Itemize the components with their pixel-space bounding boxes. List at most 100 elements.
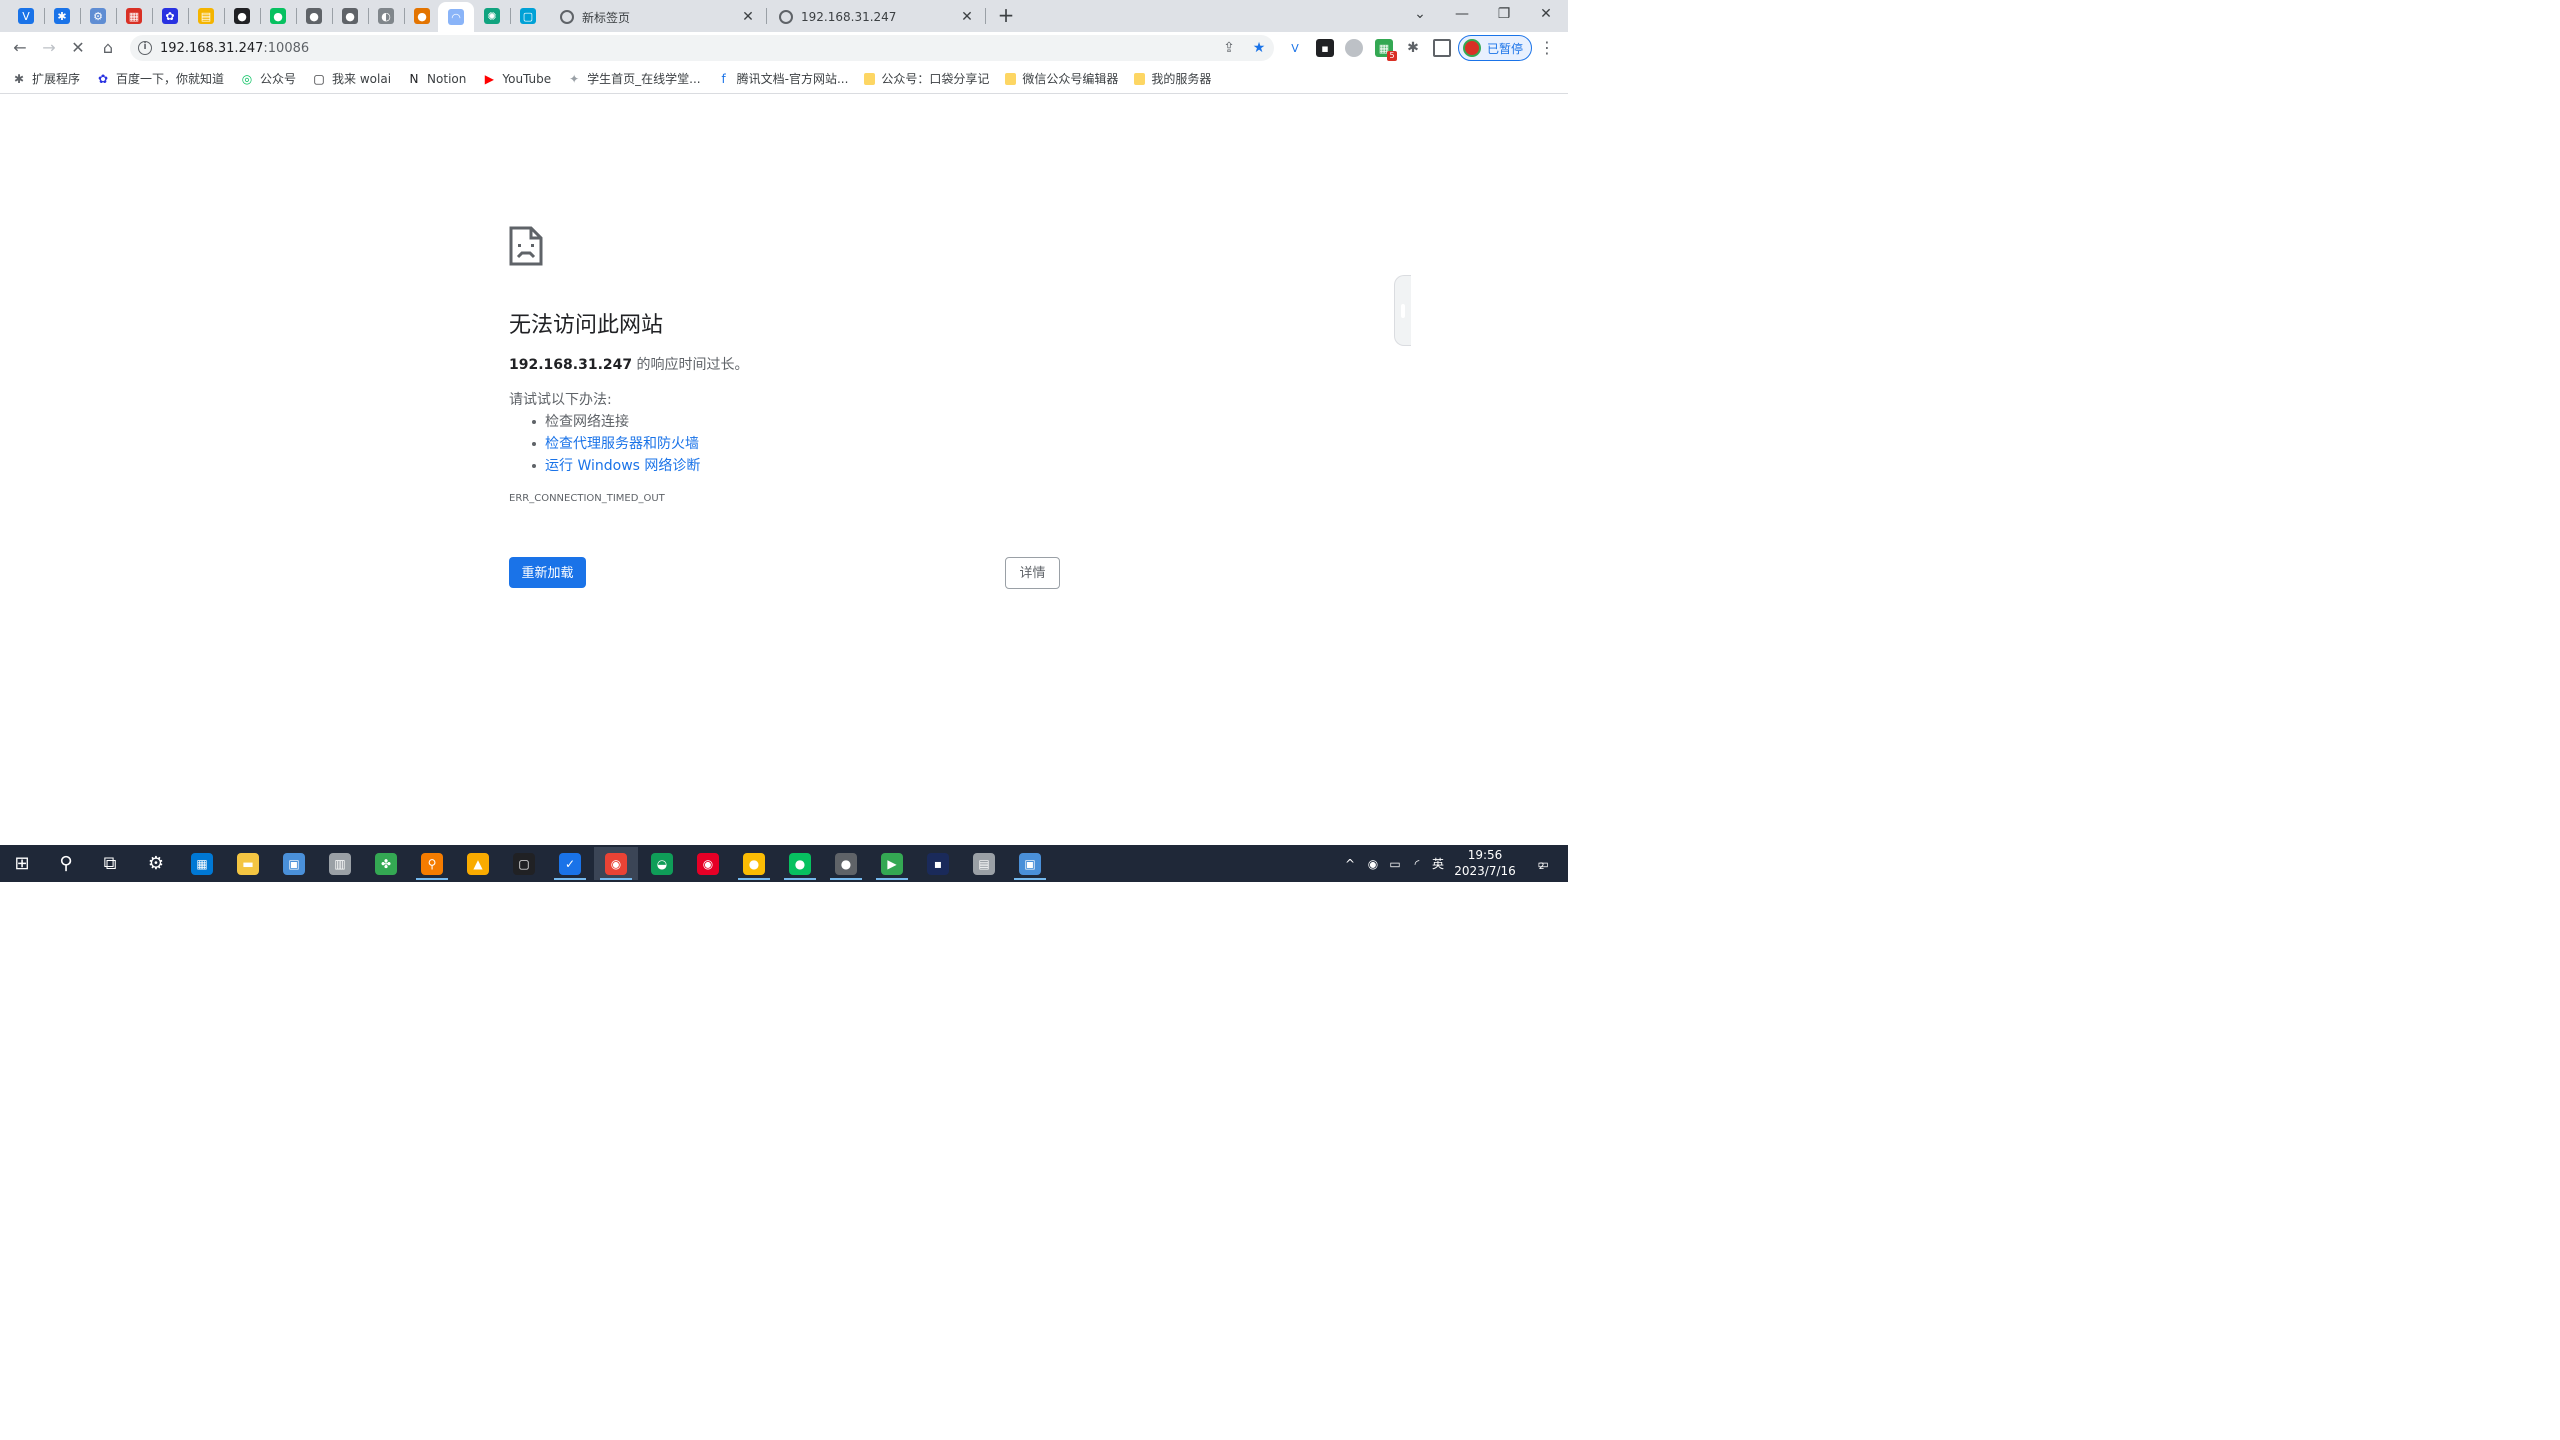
avatar xyxy=(1463,39,1481,57)
bookmark-item[interactable]: ▢ 我来 wolai xyxy=(312,70,391,87)
pinned-tab-qq[interactable]: ● xyxy=(224,4,260,28)
todo-icon: ✓ xyxy=(559,852,581,875)
wechat-icon: ● xyxy=(270,8,286,24)
pinned-tab-loading[interactable]: ◠ xyxy=(438,2,474,32)
bookmark-item[interactable]: ◎ 公众号 xyxy=(240,70,296,87)
control-panel-app[interactable]: ▣ xyxy=(272,847,316,880)
extension-v-icon[interactable]: V xyxy=(1286,39,1304,57)
tray-chevron-icon[interactable]: ^ xyxy=(1342,845,1358,882)
minimize-button[interactable]: — xyxy=(1440,0,1484,30)
wifi-icon[interactable]: ◜ xyxy=(1408,845,1426,882)
try-label: 请试试以下办法: xyxy=(509,392,612,408)
address-bar[interactable]: i 192.168.31.247:10086 ⇪ ★ xyxy=(130,35,1274,61)
stop-loading-button[interactable]: ✕ xyxy=(66,36,90,60)
new-tab-button[interactable]: + xyxy=(994,4,1018,28)
extension-shield-icon[interactable] xyxy=(1345,39,1363,57)
close-tab-icon[interactable]: ✕ xyxy=(740,9,756,25)
bookmark-item[interactable]: 微信公众号编辑器 xyxy=(1005,70,1118,87)
task-view-button[interactable]: ⧉ xyxy=(88,847,132,880)
pinned-tab-fox[interactable]: ● xyxy=(404,4,440,28)
bookmark-item[interactable]: 公众号：口袋分享记 xyxy=(864,70,989,87)
explorer-app[interactable]: ▬ xyxy=(226,847,270,880)
pinned-tab-github-2[interactable]: ● xyxy=(332,4,368,28)
netease-music-app[interactable]: ◉ xyxy=(686,847,730,880)
extension-mask-icon[interactable]: ▪ xyxy=(1316,39,1334,57)
bin-app[interactable]: ▥ xyxy=(318,847,362,880)
github-2-icon: ● xyxy=(342,8,358,24)
everything-app[interactable]: ⚲ xyxy=(410,847,454,880)
bookmark-label: 扩展程序 xyxy=(32,72,81,86)
terminal-app[interactable]: ▢ xyxy=(502,847,546,880)
reload-button[interactable]: 重新加载 xyxy=(509,557,586,588)
dark-app[interactable]: ▪ xyxy=(916,847,960,880)
pinned-tab-puzzle[interactable]: ✱ xyxy=(44,4,80,28)
suggestion-link[interactable]: 运行 Windows 网络诊断 xyxy=(531,455,700,477)
clover-app[interactable]: ✤ xyxy=(364,847,408,880)
store-app[interactable]: ▦ xyxy=(180,847,224,880)
remote-desktop-app[interactable]: ▣ xyxy=(1008,847,1052,880)
home-button[interactable]: ⌂ xyxy=(96,36,120,60)
close-tab-icon[interactable]: ✕ xyxy=(959,9,975,25)
ime-indicator[interactable]: 英 xyxy=(1428,845,1448,882)
tab-new-tab[interactable]: 新标签页 ✕ xyxy=(548,2,766,32)
pinned-tab-v[interactable]: V xyxy=(8,4,44,28)
more-menu-icon[interactable]: ⋮ xyxy=(1538,39,1556,57)
site-info-icon[interactable]: i xyxy=(138,41,152,55)
tray-eye-icon[interactable]: ◉ xyxy=(1364,845,1382,882)
notifications-icon[interactable]: ▭ 2 xyxy=(1526,845,1556,882)
music-app[interactable]: ● xyxy=(732,847,776,880)
pinned-tab-baidu[interactable]: ✿ xyxy=(152,4,188,28)
bookmark-item[interactable]: ✿ 百度一下，你就知道 xyxy=(96,70,224,87)
battery-icon[interactable]: ▭ xyxy=(1386,845,1404,882)
pinned-tab-wechat[interactable]: ● xyxy=(260,4,296,28)
side-panel-handle[interactable] xyxy=(1394,275,1411,346)
suggestion-link[interactable]: 检查代理服务器和防火墙 xyxy=(531,433,700,455)
pinned-tab-chart[interactable]: ▤ xyxy=(188,4,224,28)
search-button[interactable]: ⚲ xyxy=(44,847,88,880)
bookmark-item[interactable]: 我的服务器 xyxy=(1134,70,1211,87)
todo-app[interactable]: ✓ xyxy=(548,847,592,880)
bookmarks-bar: ✱ 扩展程序 ✿ 百度一下，你就知道 ◎ 公众号 ▢ 我来 wolai N Notion ▶ YouT… xyxy=(0,64,1568,94)
close-window-button[interactable]: ✕ xyxy=(1524,0,1568,30)
start-button[interactable]: ⊞ xyxy=(0,847,44,880)
clock[interactable]: 19:56 2023/7/16 xyxy=(1450,847,1520,879)
pinned-tab-gear[interactable]: ⚙ xyxy=(80,4,116,28)
side-panel-icon[interactable] xyxy=(1433,39,1451,57)
bookmark-star-icon[interactable]: ★ xyxy=(1250,39,1268,57)
bookmark-item[interactable]: ▶ YouTube xyxy=(482,72,551,86)
bookmark-item[interactable]: f 腾讯文档-官方网站... xyxy=(717,70,848,87)
avatar-app[interactable]: ● xyxy=(824,847,868,880)
pinned-tab-bilibili[interactable]: ▢ xyxy=(510,4,546,28)
profile-button[interactable]: 已暂停 xyxy=(1458,35,1532,61)
media-app[interactable]: ▲ xyxy=(456,847,500,880)
tab-title: 新标签页 xyxy=(582,10,631,25)
bookmark-label: 我的服务器 xyxy=(1151,72,1212,86)
edge-app[interactable]: ◒ xyxy=(640,847,684,880)
back-button[interactable]: ← xyxy=(8,36,32,60)
error-code: ERR_CONNECTION_TIMED_OUT xyxy=(509,493,665,504)
bookmark-item[interactable]: ✱ 扩展程序 xyxy=(12,70,80,87)
pinned-tab-globe[interactable]: ◐ xyxy=(368,4,404,28)
chrome-app[interactable]: ◉ xyxy=(594,847,638,880)
extensions-puzzle-icon[interactable]: ✱ xyxy=(1404,39,1422,57)
wechat-app[interactable]: ● xyxy=(778,847,822,880)
globe-icon xyxy=(779,10,793,24)
extension-apps-icon[interactable]: ▦ 5 xyxy=(1375,39,1397,61)
pinned-tab-github-1[interactable]: ● xyxy=(296,4,332,28)
paint-app[interactable]: ▤ xyxy=(962,847,1006,880)
forward-button[interactable]: → xyxy=(37,36,61,60)
details-button[interactable]: 详情 xyxy=(1005,557,1060,589)
bookmark-icon: ✿ xyxy=(97,71,109,86)
share-icon[interactable]: ⇪ xyxy=(1220,39,1238,57)
tab-current-site[interactable]: 192.168.31.247 ✕ xyxy=(767,2,985,32)
pinned-tab-chatgpt[interactable]: ✺ xyxy=(474,4,510,28)
pinned-tab-grid[interactable]: ▦ xyxy=(116,4,152,28)
restore-button[interactable]: ❐ xyxy=(1482,0,1526,30)
tab-search-button[interactable]: ⌄ xyxy=(1398,0,1442,30)
player-app[interactable]: ▶ xyxy=(870,847,914,880)
bookmark-item[interactable]: N Notion xyxy=(407,72,467,86)
settings-app[interactable]: ⚙ xyxy=(134,847,178,880)
media-icon: ▲ xyxy=(467,852,489,875)
bookmark-icon: ▢ xyxy=(313,71,325,86)
bookmark-item[interactable]: ✦ 学生首页_在线学堂... xyxy=(567,70,700,87)
